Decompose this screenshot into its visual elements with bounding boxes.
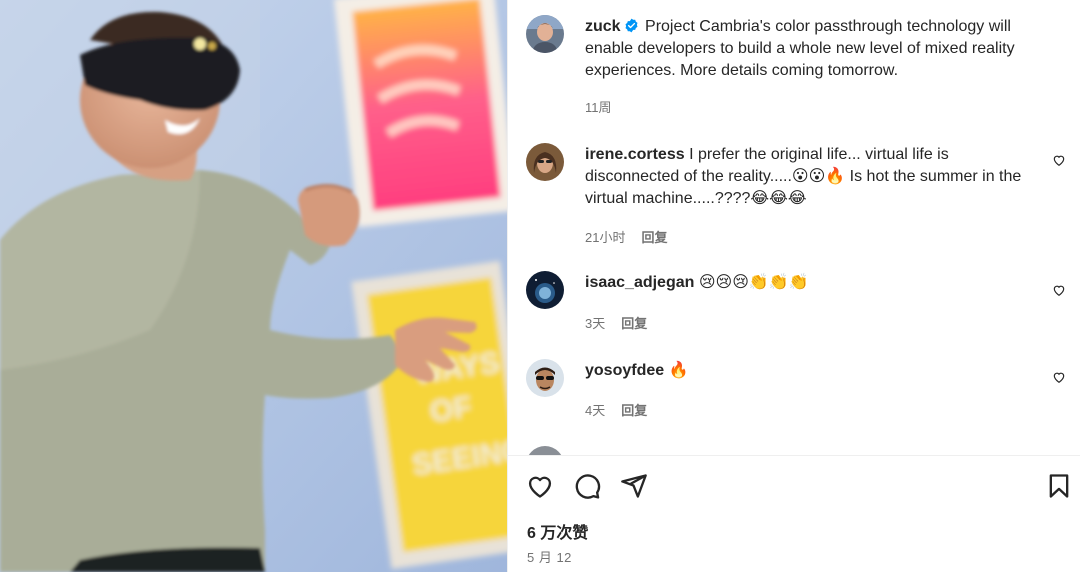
reply-button[interactable]: 回复 bbox=[641, 227, 667, 246]
reply-button[interactable]: 回复 bbox=[621, 400, 647, 419]
post-date[interactable]: 5 月 12 bbox=[527, 547, 572, 566]
comments-section[interactable]: zuck Project Cambria's color passthrough… bbox=[508, 0, 1080, 455]
comment-username[interactable]: irene.cortess bbox=[585, 146, 685, 163]
verified-badge-icon bbox=[625, 18, 638, 33]
author-avatar[interactable] bbox=[526, 15, 564, 53]
paper-plane-icon[interactable] bbox=[620, 472, 648, 500]
comment-item: isaac_adjegan 😢😢😢👏👏👏 3天 回复 bbox=[526, 271, 1066, 341]
comment-time[interactable]: 4天 bbox=[585, 400, 605, 419]
commenter-avatar[interactable] bbox=[526, 271, 564, 309]
author-username[interactable]: zuck bbox=[585, 18, 621, 35]
comment-heart-icon[interactable] bbox=[1052, 283, 1066, 297]
comment-item: yosoyfdee 🔥 4天 回复 bbox=[526, 359, 1066, 429]
comment-bubble-icon[interactable] bbox=[573, 472, 601, 500]
comment-text: 😢😢😢👏👏👏 bbox=[698, 274, 809, 291]
comment-text: 🔥 bbox=[668, 362, 689, 379]
commenter-avatar[interactable] bbox=[526, 446, 564, 455]
comment-time[interactable]: 3天 bbox=[585, 313, 605, 332]
comment-time[interactable]: 21小时 bbox=[585, 227, 625, 246]
likes-count[interactable]: 6 万次赞 bbox=[527, 519, 588, 543]
reply-button[interactable]: 回复 bbox=[621, 313, 647, 332]
svg-text:OF: OF bbox=[428, 390, 474, 428]
action-bar: 6 万次赞 5 月 12 bbox=[508, 456, 1080, 572]
commenter-avatar[interactable] bbox=[526, 143, 564, 181]
bookmark-icon[interactable] bbox=[1045, 472, 1073, 500]
caption-text: Project Cambria's color passthrough tech… bbox=[585, 18, 1015, 79]
comment-username[interactable]: yosoyfdee bbox=[585, 362, 664, 379]
post-photo: WAYS OF SEEING bbox=[0, 0, 507, 572]
commenter-avatar[interactable] bbox=[526, 359, 564, 397]
comment-heart-icon[interactable] bbox=[1052, 370, 1066, 384]
post-time[interactable]: 11周 bbox=[585, 97, 612, 116]
post-caption: zuck Project Cambria's color passthrough… bbox=[526, 15, 1066, 125]
post-panel: zuck Project Cambria's color passthrough… bbox=[507, 0, 1080, 572]
comment-heart-icon[interactable] bbox=[1052, 153, 1066, 167]
heart-icon[interactable] bbox=[526, 472, 554, 500]
comment-username[interactable]: isaac_adjegan bbox=[585, 274, 694, 291]
comment-item: irene.cortess I prefer the original life… bbox=[526, 143, 1066, 253]
